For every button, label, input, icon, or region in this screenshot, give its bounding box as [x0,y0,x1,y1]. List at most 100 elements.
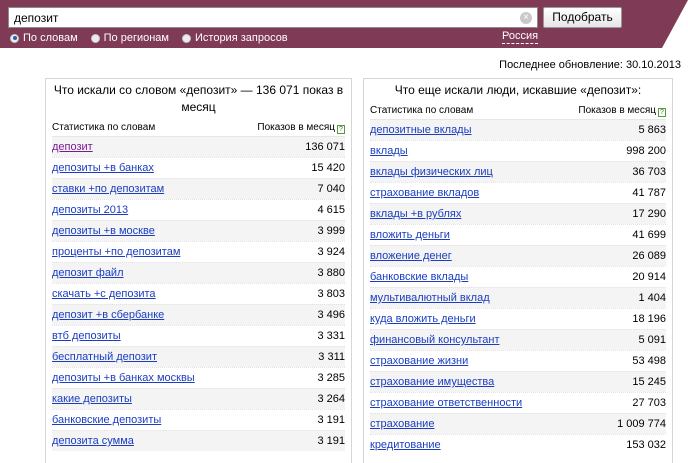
view-count: 153 032 [626,439,666,451]
keyword-link[interactable]: страхование [370,418,434,430]
view-count: 3 880 [317,267,345,279]
radio-icon[interactable] [10,33,19,43]
help-icon[interactable]: ? [658,107,666,117]
column-views: Показов в месяц? [578,105,666,117]
table-row: мультивалютный вклад 1 404 [370,287,666,308]
view-count: 3 924 [317,246,345,258]
keyword-link[interactable]: банковские депозиты [52,414,161,426]
keyword-link[interactable]: депозит [52,141,93,153]
keyword-link[interactable]: страхование ответственности [370,397,522,409]
mode-by-regions[interactable]: По регионам [90,32,169,44]
keyword-link[interactable]: мультивалютный вклад [370,292,490,304]
table-row: депозит 136 071 [52,136,345,157]
table-row: вклады 998 200 [370,140,666,161]
keyword-link[interactable]: депозиты +в москве [52,225,155,237]
view-count: 3 496 [317,309,345,321]
keyword-link[interactable]: вклады +в рублях [370,208,461,220]
keyword-link[interactable]: депозит файл [52,267,124,279]
keyword-link[interactable]: депозиты +в банках москвы [52,372,195,384]
related-list: депозитные вклады 5 863 вклады 998 200 вклад… [364,119,672,455]
keyword-link[interactable]: страхование жизни [370,355,468,367]
keyword-link[interactable]: страхование имущества [370,376,494,388]
table-header: Статистика по словам Показов в месяц? [46,119,351,136]
table-row: депозиты 2013 4 615 [52,199,345,220]
keyword-link[interactable]: страхование вкладов [370,187,479,199]
radio-icon[interactable] [90,33,100,43]
search-box[interactable]: × [8,7,538,28]
view-count: 17 290 [632,208,666,220]
help-icon[interactable]: ? [337,124,345,134]
view-count: 7 040 [317,183,345,195]
table-row: банковские вклады 20 914 [370,266,666,287]
keyword-link[interactable]: депозит +в сбербанке [52,309,164,321]
keyword-link[interactable]: какие депозиты [52,393,132,405]
view-count: 26 089 [632,250,666,262]
keyword-link[interactable]: ставки +по депозитам [52,183,164,195]
table-row: вклады +в рублях 17 290 [370,203,666,224]
column-stat: Статистика по словам [52,122,156,133]
view-count: 5 863 [638,124,666,136]
view-count: 3 803 [317,288,345,300]
table-row: страхование жизни 53 498 [370,350,666,371]
mode-by-words[interactable]: По словам [10,32,78,44]
keyword-link[interactable]: депозиты +в банках [52,162,154,174]
view-count: 136 071 [305,141,345,153]
keyword-link[interactable]: банковские вклады [370,271,468,283]
table-row: депозиты +в москве 3 999 [52,220,345,241]
table-row: ставки +по депозитам 7 040 [52,178,345,199]
region-selector[interactable]: Россия [502,30,539,44]
view-count: 15 245 [632,376,666,388]
keyword-link[interactable]: депозитные вклады [370,124,472,136]
view-count: 3 264 [317,393,345,405]
keyword-link[interactable]: бесплатный депозит [52,351,157,363]
keyword-stats-panel: Что искали со словом «депозит» — 136 071… [45,78,352,463]
table-header: Статистика по словам Показов в месяц? [364,102,672,119]
view-count: 20 914 [632,271,666,283]
view-count: 36 703 [632,166,666,178]
table-row: вложение денег 26 089 [370,245,666,266]
table-row: проценты +по депозитам 3 924 [52,241,345,262]
keyword-link[interactable]: финансовый консультант [370,334,499,346]
table-row: депозит файл 3 880 [52,262,345,283]
search-input[interactable] [14,10,514,25]
view-count: 3 191 [317,435,345,447]
view-count: 4 615 [317,204,345,216]
column-views-label: Показов в месяц [257,121,335,133]
panel-title: Что еще искали люди, искавшие «депозит»: [394,83,642,97]
view-count: 3 999 [317,225,345,237]
keyword-link[interactable]: проценты +по депозитам [52,246,180,258]
view-count: 3 311 [318,351,345,363]
table-row: страхование ответственности 27 703 [370,392,666,413]
keyword-link[interactable]: депозиты 2013 [52,204,128,216]
table-row: бесплатный депозит 3 311 [52,346,345,367]
view-count: 5 091 [638,334,666,346]
mode-history[interactable]: История запросов [182,32,288,44]
mode-label: По регионам [103,32,169,44]
keyword-link[interactable]: вложение денег [370,250,452,262]
table-row: втб депозиты 3 331 [52,325,345,346]
view-count: 3 191 [317,414,345,426]
submit-button[interactable]: Подобрать [543,7,622,28]
keyword-link[interactable]: вклады [370,145,408,157]
view-count: 998 200 [626,145,666,157]
radio-icon[interactable] [182,33,191,43]
keyword-link[interactable]: кредитование [370,439,441,451]
mode-label: История запросов [195,32,288,44]
keyword-link[interactable]: вклады физических лиц [370,166,493,178]
view-count: 1 009 774 [617,418,666,430]
keyword-link[interactable]: депозита сумма [52,435,134,447]
view-count: 41 787 [632,187,666,199]
keyword-link[interactable]: куда вложить деньги [370,313,476,325]
table-row: страхование 1 009 774 [370,413,666,434]
table-row: скачать +с депозита 3 803 [52,283,345,304]
keyword-link[interactable]: вложить деньги [370,229,450,241]
keyword-link[interactable]: втб депозиты [52,330,121,342]
keyword-link[interactable]: скачать +с депозита [52,288,156,300]
related-stats-panel: Что еще искали люди, искавшие «депозит»:… [363,78,673,463]
table-row: кредитование 153 032 [370,434,666,455]
table-row: депозиты +в банках москвы 3 285 [52,367,345,388]
table-row: страхование имущества 15 245 [370,371,666,392]
column-stat: Статистика по словам [370,105,474,116]
view-count: 53 498 [632,355,666,367]
close-icon[interactable]: × [520,12,532,24]
